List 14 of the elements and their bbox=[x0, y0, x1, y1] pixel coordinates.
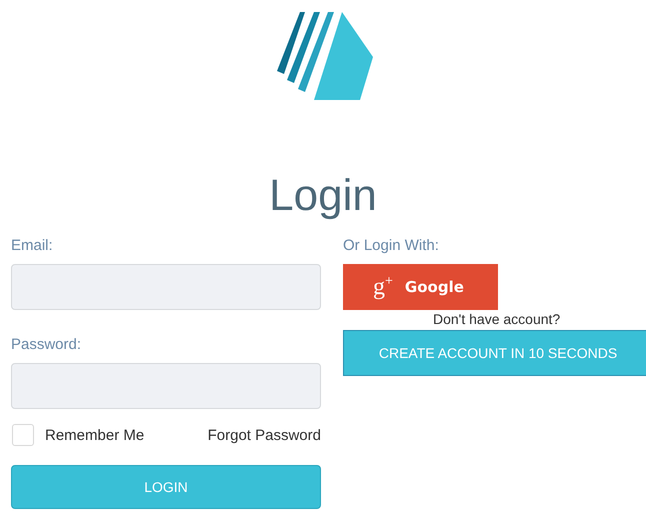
email-field[interactable] bbox=[11, 264, 321, 310]
google-plus-icon: g$^{+}$ bbox=[373, 275, 393, 299]
forgot-password-link[interactable]: Forgot Password bbox=[208, 426, 321, 444]
social-login-heading: Or Login With: bbox=[343, 237, 440, 254]
password-field[interactable] bbox=[11, 363, 321, 409]
email-label: Email: bbox=[11, 237, 54, 254]
create-account-button[interactable]: CREATE ACCOUNT IN 10 SECONDS bbox=[343, 330, 646, 376]
google-login-button[interactable]: g$^{+}$ Google bbox=[343, 264, 498, 310]
password-label: Password: bbox=[11, 336, 82, 353]
page-title: Login bbox=[268, 170, 378, 222]
login-button[interactable]: LOGIN bbox=[11, 465, 321, 509]
remember-checkbox[interactable] bbox=[12, 424, 34, 446]
remember-label: Remember Me bbox=[45, 426, 144, 444]
signup-prompt: Don't have account? bbox=[433, 311, 562, 328]
